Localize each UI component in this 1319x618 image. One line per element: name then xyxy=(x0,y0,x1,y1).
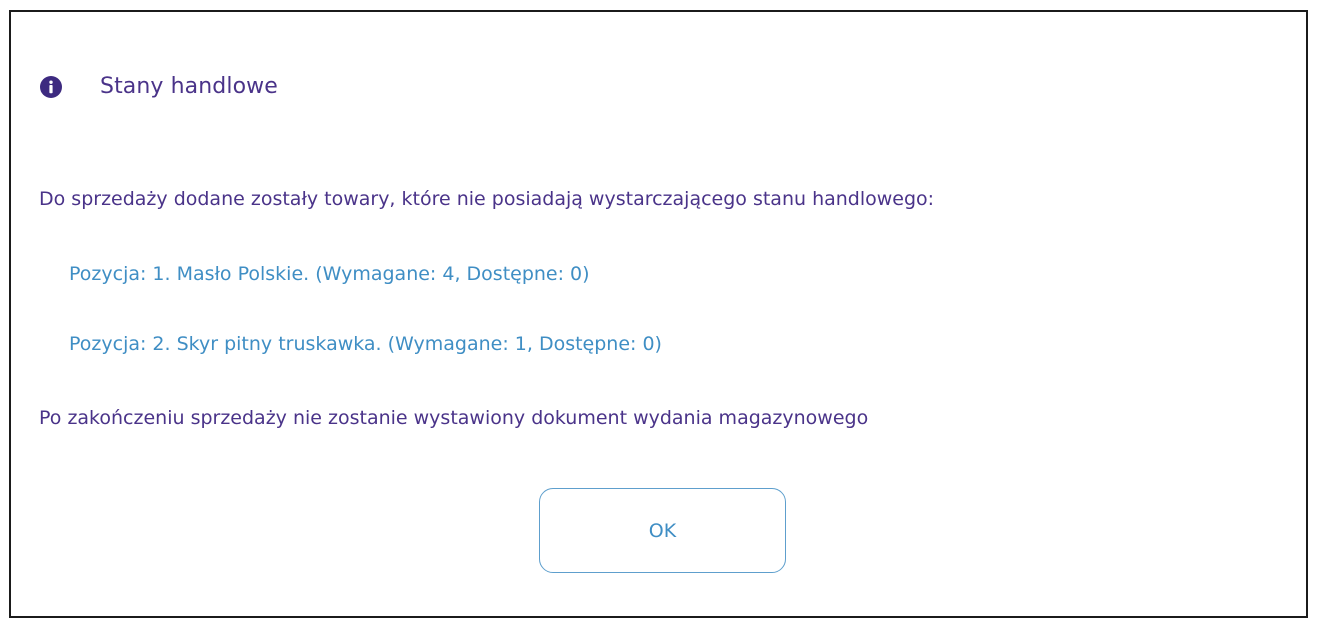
info-icon xyxy=(40,75,62,98)
ok-button[interactable]: OK xyxy=(539,488,786,573)
dialog-message-intro: Do sprzedaży dodane zostały towary, któr… xyxy=(39,188,935,210)
stock-item: Pozycja: 1. Masło Polskie. (Wymagane: 4,… xyxy=(69,263,590,285)
dialog-header: Stany handlowe xyxy=(40,74,278,99)
stock-warning-dialog: Stany handlowe Do sprzedaży dodane zosta… xyxy=(9,10,1308,618)
dialog-message-outro: Po zakończeniu sprzedaży nie zostanie wy… xyxy=(39,407,869,429)
dialog-title: Stany handlowe xyxy=(100,74,278,99)
stock-item: Pozycja: 2. Skyr pitny truskawka. (Wymag… xyxy=(69,333,662,355)
